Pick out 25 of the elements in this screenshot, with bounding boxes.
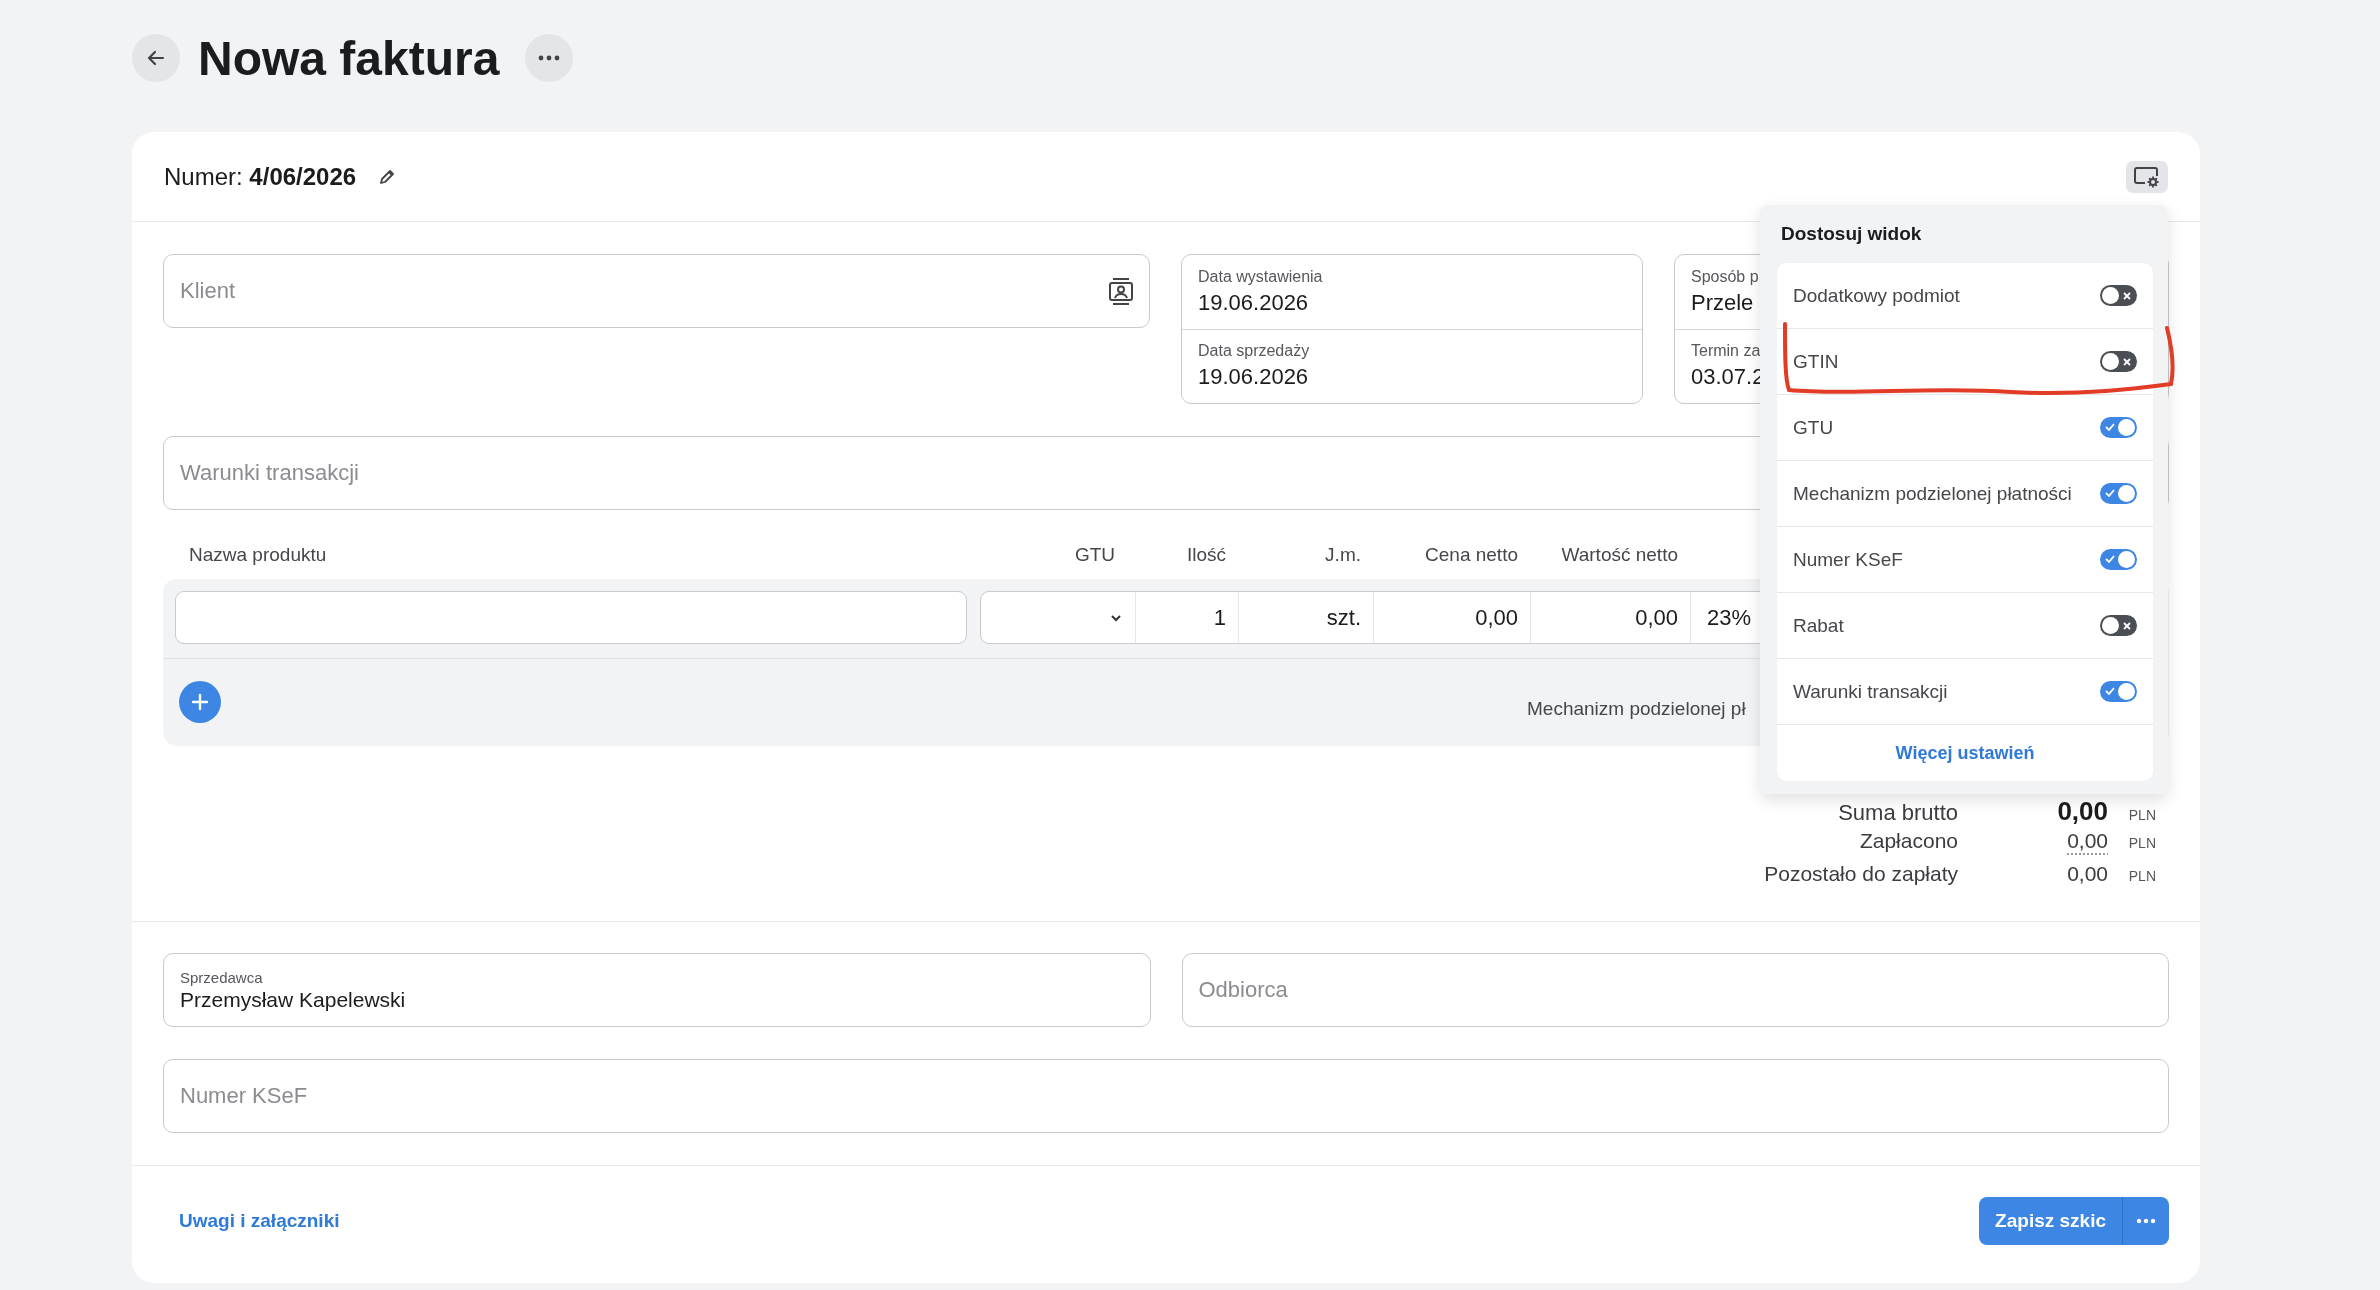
- column-header: Cena netto: [1424, 544, 1519, 566]
- option-label: GTIN: [1793, 350, 1839, 373]
- total-value: 0,00: [2066, 862, 2108, 886]
- option-label: GTU: [1793, 416, 1834, 439]
- total-label: Pozostało do zapłaty: [1763, 862, 1958, 886]
- page-title: Nowa faktura: [198, 30, 500, 86]
- total-value: 0,00: [2056, 796, 2108, 827]
- option-label: Mechanizm podzielonej płatności: [1793, 482, 2072, 505]
- column-header: GTU: [1073, 544, 1116, 566]
- option-label: Dodatkowy podmiot: [1793, 284, 1960, 307]
- currency-label: PLN: [2127, 835, 2156, 851]
- total-label: Suma brutto: [1837, 800, 1958, 826]
- option-label: Warunki transakcji: [1793, 680, 1948, 703]
- currency-label: PLN: [2127, 807, 2156, 823]
- split-payment-label: Mechanizm podzielonej pł: [1527, 698, 1746, 720]
- currency-label: PLN: [2127, 868, 2156, 884]
- column-header: Wartość netto: [1560, 544, 1679, 566]
- column-header: J.m.: [1324, 544, 1362, 566]
- total-label: Zapłacono: [1858, 829, 1958, 853]
- column-header: Ilość: [1185, 544, 1227, 566]
- option-label: Rabat: [1793, 614, 1844, 637]
- invoice-number: Numer: 4/06/2026: [164, 162, 357, 191]
- column-header: Nazwa produktu: [188, 544, 328, 566]
- option-label: Numer KSeF: [1793, 548, 1903, 571]
- menu-title: Dostosuj widok: [1780, 222, 1923, 246]
